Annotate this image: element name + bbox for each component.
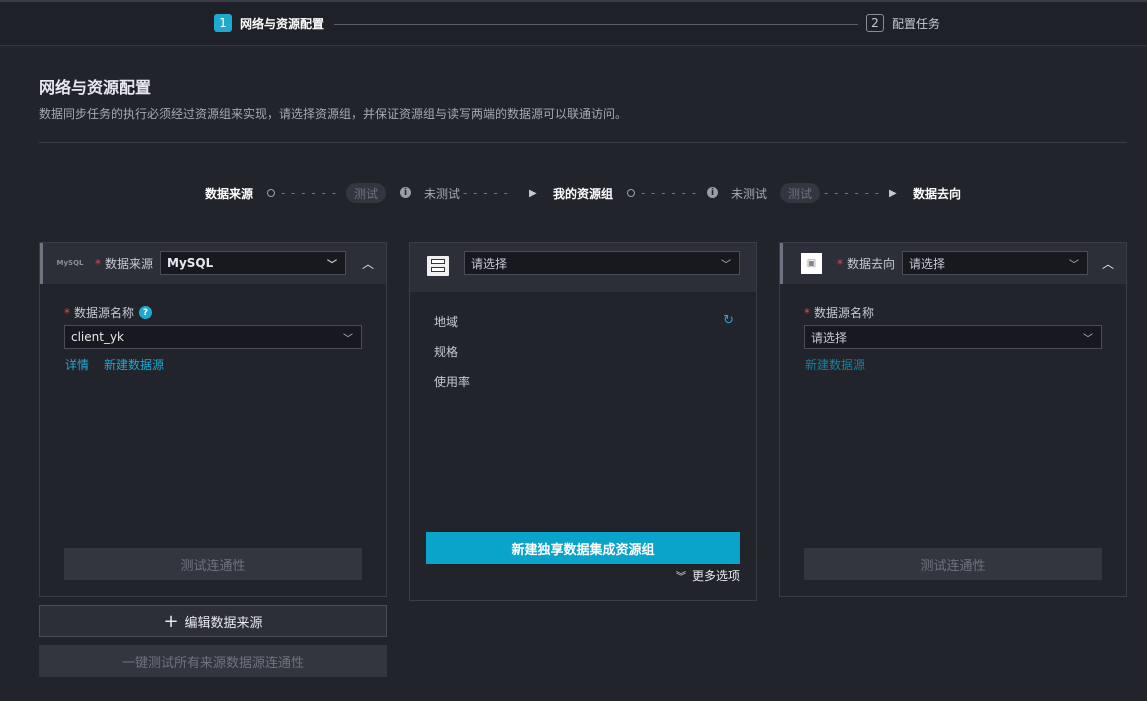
select-value: MySQL — [167, 256, 214, 270]
collapse-chevron-up-icon[interactable]: ︿ — [362, 255, 374, 272]
collapse-chevron-up-icon[interactable]: ︿ — [1102, 255, 1114, 272]
page-description: 数据同步任务的执行必须经过资源组来实现，请选择资源组，并保证资源组与读写两端的数… — [39, 107, 628, 121]
chevron-down-icon: ﹀ — [327, 260, 337, 271]
flow-dashes: - - - - - - — [824, 186, 881, 200]
flow-dashes: - - - - - — [463, 186, 509, 200]
flow-destination-label: 数据去向 — [913, 186, 962, 201]
edit-source-label: 编辑数据来源 — [184, 615, 263, 631]
server-icon-bar — [431, 267, 445, 272]
source-type-select[interactable]: MySQL ﹀ — [160, 251, 346, 275]
chevron-down-icon: ﹀ — [1069, 260, 1079, 271]
chevron-down-icon: ﹀ — [343, 334, 353, 345]
more-options-toggle[interactable]: ︾ 更多选项 — [676, 567, 740, 584]
flow-status-untested: 未测试 — [731, 186, 768, 201]
required-marker: * — [95, 256, 101, 271]
double-chevron-down-icon: ︾ — [675, 572, 686, 583]
dest-datasource-select[interactable]: 请选择 ﹀ — [804, 325, 1102, 349]
dest-ds-name-label: * 数据源名称 — [804, 304, 874, 321]
arrow-right-icon: ▶ — [889, 187, 897, 199]
flow-node-circle-icon — [627, 189, 635, 197]
source-type-label: * 数据来源 — [95, 255, 153, 272]
step-config-task[interactable]: 2 配置任务 — [866, 14, 940, 32]
test-source-button[interactable]: 测试 — [346, 183, 387, 203]
chevron-down-icon: ﹀ — [1083, 334, 1093, 345]
resource-group-select[interactable]: 请选择 ﹀ — [464, 251, 740, 275]
image-placeholder-icon: ▣ — [801, 253, 822, 274]
plus-icon: + — [163, 610, 179, 632]
spec-label: 规格 — [434, 345, 459, 359]
source-type-label-text: 数据来源 — [105, 257, 154, 271]
ds-name-label: * 数据源名称 ? — [64, 304, 153, 321]
step-label: 配置任务 — [892, 16, 941, 31]
dest-ds-name-label-text: 数据源名称 — [814, 306, 875, 320]
step-connector — [334, 24, 858, 25]
resource-panel-header: 请选择 ﹀ — [410, 243, 756, 292]
flow-dashes: - - - - - - — [281, 186, 338, 200]
select-placeholder: 请选择 — [811, 330, 848, 345]
server-icon — [427, 256, 449, 276]
chevron-down-icon: ﹀ — [721, 260, 731, 271]
create-resource-group-button[interactable]: 新建独享数据集成资源组 — [426, 532, 740, 564]
destination-panel: ▣ * 数据去向 请选择 ﹀ ︿ * 数据源名称 请选择 ﹀ 新建数据源 测试连… — [779, 242, 1127, 597]
flow-status-untested: 未测试 — [424, 186, 461, 201]
dest-type-label: * 数据去向 — [837, 255, 895, 272]
wizard-steps: 1 网络与资源配置 2 配置任务 — [0, 2, 1147, 46]
test-all-connectivity-button[interactable]: 一键测试所有来源数据源连通性 — [39, 645, 387, 677]
new-datasource-link[interactable]: 新建数据源 — [805, 356, 865, 373]
resource-group-panel: 请选择 ﹀ 地域 ↻ 规格 使用率 新建独享数据集成资源组 ︾ 更多选项 — [409, 242, 757, 601]
dest-type-select[interactable]: 请选择 ﹀ — [902, 251, 1088, 275]
dest-type-label-text: 数据去向 — [847, 257, 896, 271]
usage-label: 使用率 — [434, 375, 471, 389]
page-title: 网络与资源配置 — [39, 78, 152, 97]
required-marker: * — [64, 305, 70, 320]
required-marker: * — [804, 305, 810, 320]
step-number: 2 — [866, 14, 884, 32]
details-link[interactable]: 详情 — [65, 356, 89, 373]
step-label: 网络与资源配置 — [240, 16, 325, 31]
flow-source-label: 数据来源 — [205, 186, 254, 201]
more-options-label: 更多选项 — [691, 569, 740, 583]
destination-panel-header: ▣ * 数据去向 请选择 ﹀ ︿ — [780, 243, 1126, 284]
arrow-right-icon: ▶ — [529, 187, 537, 199]
source-datasource-select[interactable]: client_yk ﹀ — [64, 325, 362, 349]
step-network-resource[interactable]: 1 网络与资源配置 — [214, 14, 324, 32]
select-placeholder: 请选择 — [471, 256, 508, 271]
flow-dashes: - - - - - - — [641, 186, 698, 200]
divider — [39, 142, 1127, 143]
test-destination-button[interactable]: 测试 — [780, 183, 821, 203]
info-icon: i — [400, 187, 411, 198]
region-label: 地域 — [434, 315, 459, 329]
step-number: 1 — [214, 14, 232, 32]
server-icon-bar — [431, 259, 445, 264]
edit-source-button[interactable]: + 编辑数据来源 — [39, 605, 387, 637]
info-icon: i — [707, 187, 718, 198]
ds-name-label-text: 数据源名称 — [74, 306, 135, 320]
connectivity-flow: 数据来源 - - - - - - 测试 i 未测试 - - - - - ▶ 我的… — [0, 182, 1147, 204]
flow-node-circle-icon — [267, 189, 275, 197]
test-connectivity-button[interactable]: 测试连通性 — [804, 548, 1102, 580]
required-marker: * — [837, 256, 843, 271]
source-panel-header: MySQL * 数据来源 MySQL ﹀ ︿ — [40, 243, 386, 284]
select-placeholder: 请选择 — [909, 256, 946, 271]
help-icon[interactable]: ? — [139, 306, 153, 319]
mysql-logo-icon: MySQL — [56, 259, 84, 267]
new-datasource-link[interactable]: 新建数据源 — [104, 356, 164, 373]
refresh-icon[interactable]: ↻ — [723, 313, 734, 328]
source-panel: MySQL * 数据来源 MySQL ﹀ ︿ * 数据源名称 ? client_… — [39, 242, 387, 597]
test-connectivity-button[interactable]: 测试连通性 — [64, 548, 362, 580]
select-value: client_yk — [71, 330, 125, 344]
flow-resource-group-label: 我的资源组 — [553, 186, 614, 201]
